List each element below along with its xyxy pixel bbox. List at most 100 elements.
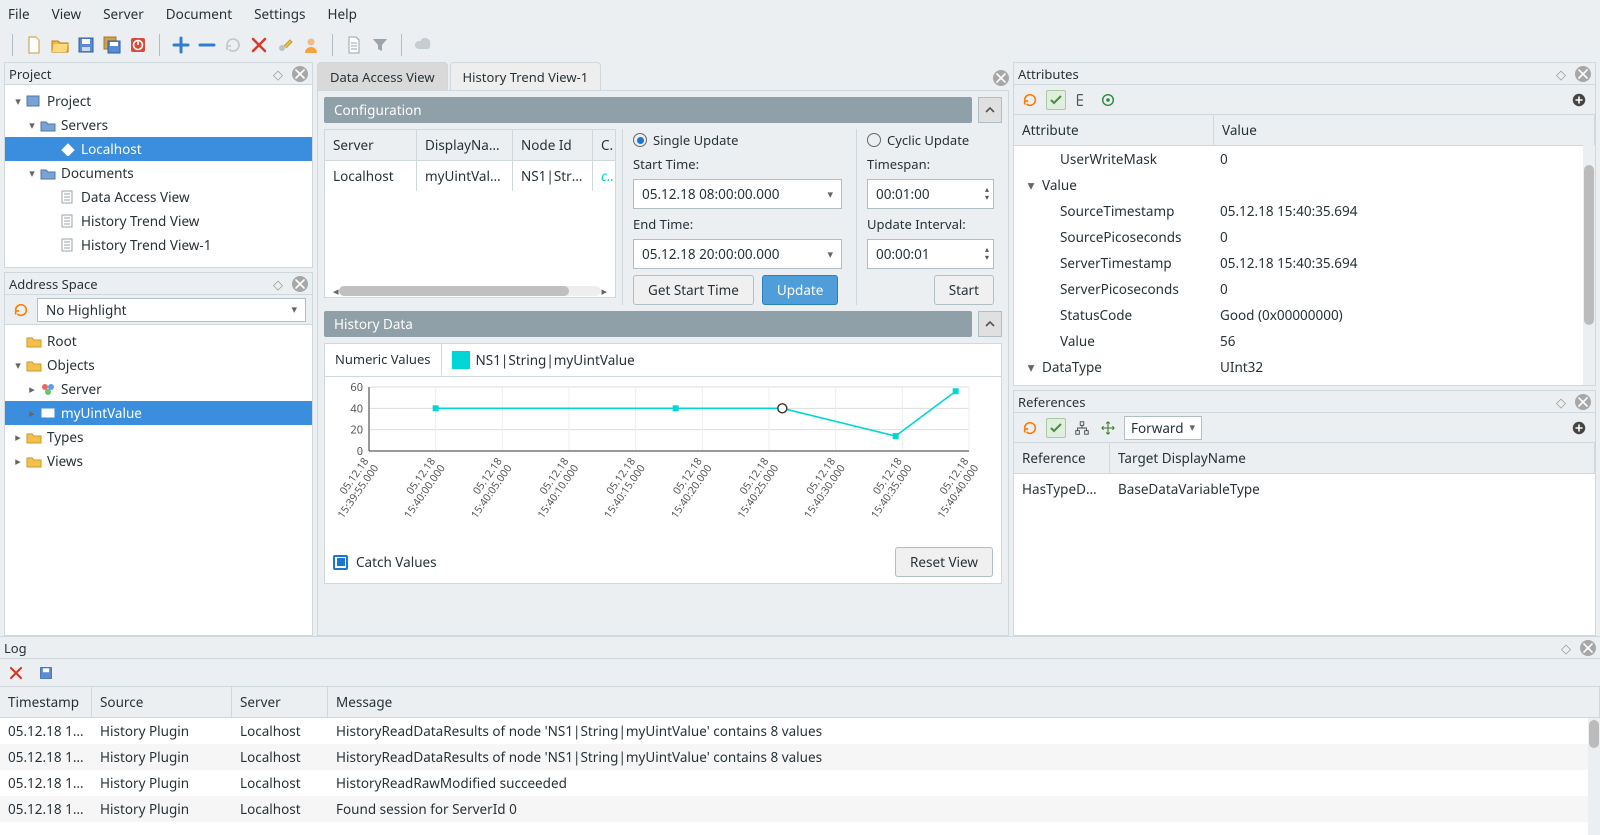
menu-item-server[interactable]: Server <box>103 5 144 23</box>
close-icon[interactable] <box>292 66 308 82</box>
move-icon[interactable] <box>1098 418 1118 438</box>
tree-icon[interactable] <box>1072 90 1092 110</box>
save-log-icon[interactable] <box>36 663 56 683</box>
menu-item-view[interactable]: View <box>52 5 82 23</box>
add-attribute-icon[interactable] <box>1569 90 1589 110</box>
attributes-scrollbar[interactable] <box>1583 145 1595 385</box>
caret-icon[interactable]: ▾ <box>11 358 25 373</box>
close-tab-icon[interactable] <box>993 70 1009 86</box>
chart-canvas[interactable]: 020406005.12.1815:39:55.00005.12.1815:40… <box>329 381 989 541</box>
remove-icon[interactable] <box>198 36 216 54</box>
tree-item[interactable]: Data Access View <box>5 185 312 209</box>
undock-icon[interactable]: ◇ <box>270 276 286 292</box>
attribute-row[interactable]: ▾Value <box>1014 172 1595 198</box>
add-reference-icon[interactable] <box>1569 418 1589 438</box>
caret-icon[interactable]: ▾ <box>25 118 39 133</box>
tree-item[interactable]: ▸Types <box>5 425 312 449</box>
attribute-row[interactable]: SourceTimestamp05.12.18 15:40:35.694 <box>1014 198 1595 224</box>
reference-row[interactable]: HasTypeDe… BaseDataVariableType <box>1014 474 1595 504</box>
caret-icon[interactable]: ▾ <box>1024 358 1038 376</box>
settings-icon[interactable] <box>276 36 294 54</box>
cloud-icon[interactable] <box>414 36 432 54</box>
tab-data-access[interactable]: Data Access View <box>317 62 448 90</box>
reference-direction-select[interactable]: Forward ▾ <box>1124 416 1202 440</box>
add-icon[interactable] <box>172 36 190 54</box>
tree-item[interactable]: ▾Objects <box>5 353 312 377</box>
scroll-left-icon[interactable]: ◂ <box>333 284 339 299</box>
config-table-hscroll[interactable]: ◂ ▸ <box>325 285 615 297</box>
spin-down-icon[interactable]: ▾ <box>985 194 989 202</box>
undock-icon[interactable]: ◇ <box>1553 394 1569 410</box>
log-scrollbar[interactable] <box>1588 718 1600 835</box>
caret-icon[interactable]: ▸ <box>11 430 25 445</box>
attribute-row[interactable]: UserWriteMask0 <box>1014 146 1595 172</box>
cyclic-update-radio[interactable] <box>867 133 881 147</box>
timespan-input[interactable]: 00:01:00 ▴▾ <box>867 179 994 209</box>
attribute-row[interactable]: ServerTimestamp05.12.18 15:40:35.694 <box>1014 250 1595 276</box>
close-icon[interactable] <box>1575 66 1591 82</box>
single-update-radio[interactable] <box>633 133 647 147</box>
shutdown-icon[interactable] <box>129 36 147 54</box>
log-row[interactable]: 05.12.18 15:…History PluginLocalhostHist… <box>0 718 1600 744</box>
tree-item[interactable]: History Trend View <box>5 209 312 233</box>
clear-log-icon[interactable] <box>6 663 26 683</box>
close-icon[interactable] <box>292 276 308 292</box>
doc-icon[interactable] <box>345 36 363 54</box>
undock-icon[interactable]: ◇ <box>270 66 286 82</box>
new-doc-icon[interactable] <box>25 36 43 54</box>
caret-icon[interactable]: ▾ <box>1024 176 1038 194</box>
delete-icon[interactable] <box>250 36 268 54</box>
log-row[interactable]: 05.12.18 15:…History PluginLocalhostFoun… <box>0 796 1600 822</box>
refresh-icon[interactable] <box>11 300 31 320</box>
menu-item-document[interactable]: Document <box>166 5 232 23</box>
user-icon[interactable] <box>302 36 320 54</box>
update-button[interactable]: Update <box>762 275 839 305</box>
attribute-row[interactable]: StatusCodeGood (0x00000000) <box>1014 302 1595 328</box>
caret-icon[interactable]: ▸ <box>25 382 39 397</box>
start-cyclic-button[interactable]: Start <box>934 275 994 305</box>
tree-item[interactable]: ▸Server <box>5 377 312 401</box>
spin-down-icon[interactable]: ▾ <box>985 254 989 262</box>
highlight-select[interactable]: No Highlight ▾ <box>37 298 306 322</box>
get-start-time-button[interactable]: Get Start Time <box>633 275 754 305</box>
collapse-history-icon[interactable] <box>978 311 1002 337</box>
target-icon[interactable] <box>1098 90 1118 110</box>
attribute-row[interactable]: NamespaceIndex0 <box>1014 380 1595 385</box>
menu-item-help[interactable]: Help <box>327 5 356 23</box>
tree-item[interactable]: ▾Servers <box>5 113 312 137</box>
tree-item[interactable]: ▾Documents <box>5 161 312 185</box>
hierarchy-icon[interactable] <box>1072 418 1092 438</box>
caret-icon[interactable]: ▾ <box>11 94 25 109</box>
tab-history-trend[interactable]: History Trend View-1 <box>450 62 602 90</box>
save-all-icon[interactable] <box>103 36 121 54</box>
collapse-configuration-icon[interactable] <box>978 97 1002 123</box>
tree-item[interactable]: ▾Project <box>5 89 312 113</box>
commit-icon[interactable] <box>1046 90 1066 110</box>
caret-icon[interactable]: ▸ <box>25 406 39 421</box>
scroll-right-icon[interactable]: ▸ <box>601 284 607 299</box>
update-interval-input[interactable]: 00:00:01 ▴▾ <box>867 239 994 269</box>
reset-view-button[interactable]: Reset View <box>895 547 993 577</box>
project-tree[interactable]: ▾Project▾ServersLocalhost▾DocumentsData … <box>5 85 312 261</box>
catch-values-checkbox[interactable] <box>333 555 348 570</box>
caret-icon[interactable]: ▸ <box>11 454 25 469</box>
attribute-row[interactable]: ServerPicoseconds0 <box>1014 276 1595 302</box>
attribute-row[interactable]: Value56 <box>1014 328 1595 354</box>
refresh-icon[interactable] <box>1020 90 1040 110</box>
undock-icon[interactable]: ◇ <box>1558 640 1574 656</box>
filter-icon[interactable] <box>371 36 389 54</box>
attribute-row[interactable]: SourcePicoseconds0 <box>1014 224 1595 250</box>
tree-item[interactable]: Root <box>5 329 312 353</box>
refresh-icon[interactable] <box>1020 418 1040 438</box>
attribute-row[interactable]: ▾DataTypeUInt32 <box>1014 354 1595 380</box>
close-icon[interactable] <box>1580 640 1596 656</box>
caret-icon[interactable]: ▾ <box>25 166 39 181</box>
end-time-input[interactable]: 05.12.18 20:00:00.000 ▾ <box>633 239 842 269</box>
tree-item[interactable]: History Trend View-1 <box>5 233 312 257</box>
tree-item[interactable]: ▸Views <box>5 449 312 473</box>
log-row[interactable]: 05.12.18 15:…History PluginLocalhostHist… <box>0 770 1600 796</box>
close-icon[interactable] <box>1575 394 1591 410</box>
address-space-tree[interactable]: Root▾Objects▸Server▸myUintValue▸Types▸Vi… <box>5 325 312 477</box>
save-icon[interactable] <box>77 36 95 54</box>
commit-icon[interactable] <box>1046 418 1066 438</box>
